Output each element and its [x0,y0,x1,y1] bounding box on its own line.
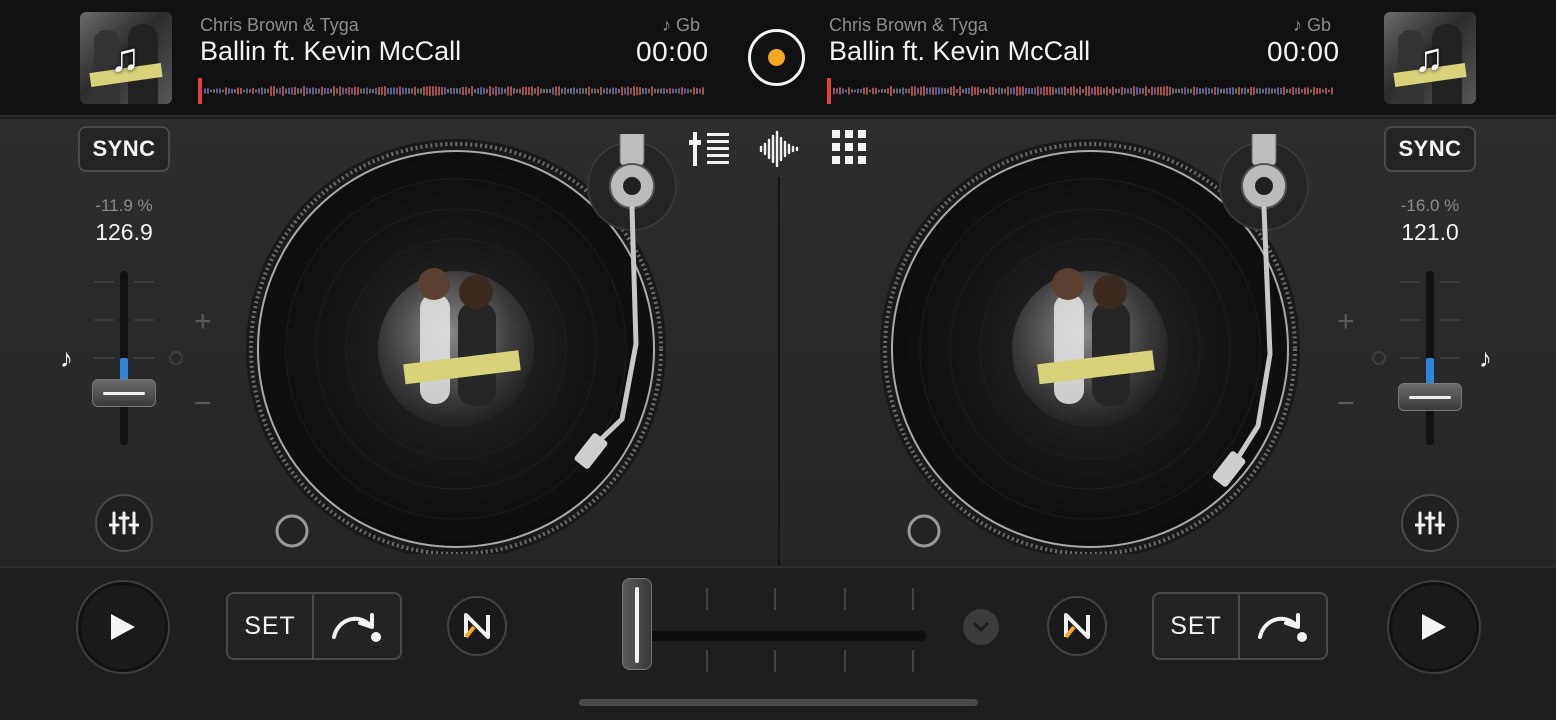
left-music-note-icon: ♪ [60,343,73,373]
left-track-title[interactable]: Ballin ft. Kevin McCall [200,36,461,67]
right-cue-jump-button[interactable] [1240,594,1326,658]
left-cue-set-button[interactable]: SET [228,594,314,658]
right-cue-set-button[interactable]: SET [1154,594,1240,658]
home-indicator [579,699,978,706]
n-logo-icon [1064,613,1090,639]
bottom-bar: SET SET [0,566,1556,720]
right-eq-button[interactable] [1401,494,1459,552]
right-pitch-minus[interactable]: − [1337,387,1355,421]
left-pitch-thumb[interactable] [92,378,156,407]
right-track-time: 00:00 [1267,36,1340,67]
right-pitch-thumb[interactable] [1398,383,1462,412]
right-track-title[interactable]: Ballin ft. Kevin McCall [829,36,1090,67]
play-icon [1422,614,1446,640]
right-start-stop-knob[interactable] [907,514,941,548]
left-playhead-marker [198,78,202,104]
center-divider [778,177,780,567]
left-eq-button[interactable] [95,494,153,552]
left-cue-group: SET [226,592,402,660]
play-icon [111,614,135,640]
waveform-icon[interactable] [759,130,799,168]
crossfader[interactable] [620,578,926,678]
left-track-time: 00:00 [636,36,709,67]
left-cue-jump-button[interactable] [314,594,400,658]
right-waveform[interactable] [827,78,1337,104]
right-sync-button[interactable]: SYNC [1384,126,1476,172]
right-playhead-marker [827,78,831,104]
left-waveform[interactable] [198,78,708,104]
right-pitch-percent: -16.0 % [1400,196,1460,215]
sliders-icon [109,511,139,535]
mixer-icon[interactable] [689,130,731,168]
music-note-icon: ♫ [110,36,140,80]
left-album-cover[interactable]: ♫ [80,12,172,104]
left-track-artist: Chris Brown & Tyga [200,15,359,35]
right-pitch-plus[interactable]: + [1337,305,1355,339]
crossfader-options-button[interactable] [963,609,999,645]
left-bpm: 126.9 [95,219,153,245]
right-track-artist: Chris Brown & Tyga [829,15,988,35]
right-bpm: 121.0 [1401,219,1459,245]
left-n-button[interactable] [447,596,507,656]
left-track-key: ♪ Gb [662,15,701,35]
right-album-cover[interactable]: ♫ [1384,12,1476,104]
n-logo-icon [464,613,490,639]
top-bar: ♫ Chris Brown & Tyga Ballin ft. Kevin Mc… [0,0,1556,117]
left-pitch-plus[interactable]: + [194,305,212,339]
right-music-note-icon: ♪ [1479,343,1492,373]
chevron-down-icon [973,622,989,632]
right-cue-group: SET [1152,592,1328,660]
right-n-button[interactable] [1047,596,1107,656]
pads-grid-icon[interactable] [832,130,866,164]
right-track-key: ♪ Gb [1293,15,1332,35]
music-note-icon: ♫ [1414,36,1444,80]
sliders-icon [1415,511,1445,535]
left-pitch-indicator [169,351,183,365]
left-pitch-percent: -11.9 % [95,196,153,215]
right-pitch-indicator [1372,351,1386,365]
left-sync-button[interactable]: SYNC [78,126,170,172]
left-play-button[interactable] [76,580,170,674]
jump-arrow-icon [332,613,381,642]
crossfader-thumb[interactable] [622,578,652,670]
deck-area: SYNC -11.9 % 126.9 ♪ + − SYNC -16.0 % 12… [0,119,1556,567]
left-pitch-minus[interactable]: − [194,387,212,421]
left-turntable[interactable] [244,134,684,554]
record-button[interactable] [748,29,805,86]
right-play-button[interactable] [1387,580,1481,674]
right-turntable[interactable] [878,134,1318,554]
left-start-stop-knob[interactable] [275,514,309,548]
jump-arrow-icon [1258,613,1307,642]
